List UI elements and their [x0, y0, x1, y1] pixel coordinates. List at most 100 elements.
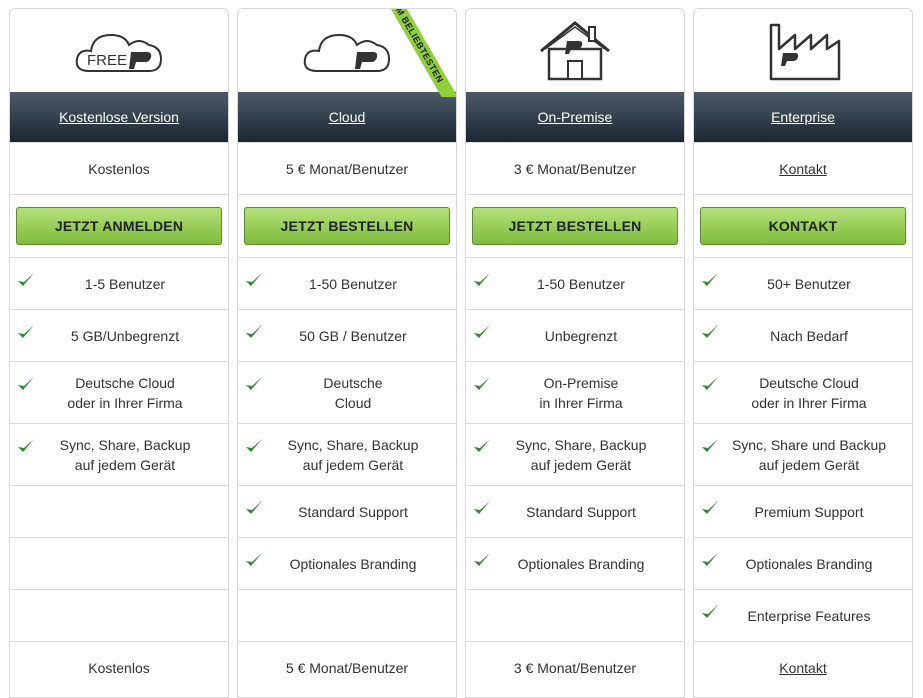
feature-row: 50 GB / Benutzer [238, 309, 456, 361]
plan-header: Kostenlose Version [10, 92, 228, 142]
checkmark-icon [246, 553, 262, 566]
checkmark-icon [18, 325, 34, 338]
footer-price-row: Kostenlos [10, 641, 228, 693]
contact-link[interactable]: Kontakt [779, 159, 826, 179]
checkmark-icon [474, 273, 490, 286]
feature-text: Standard Support [298, 503, 408, 520]
checkmark-icon [702, 377, 718, 390]
plan-logo [466, 9, 684, 92]
house-logo-icon [540, 20, 610, 80]
feature-row: Sync, Share, Backup auf jedem Gerät [466, 423, 684, 485]
checkmark-icon [702, 501, 718, 514]
feature-row: 1-50 Benutzer [466, 257, 684, 309]
feature-row-empty [10, 589, 228, 641]
popular-ribbon: AM BELIEBTESTEN [368, 9, 456, 97]
popular-badge: AM BELIEBTESTEN [376, 9, 456, 97]
feature-text: 50 GB / Benutzer [299, 327, 407, 344]
feature-text: 1-50 Benutzer [537, 275, 625, 292]
checkmark-icon [474, 501, 490, 514]
footer-price-row: 3 € Monat/Benutzer [466, 641, 684, 693]
price-row: Kostenlos [10, 142, 228, 194]
checkmark-icon [246, 325, 262, 338]
feature-row: Optionales Branding [466, 537, 684, 589]
plan-price: 5 € Monat/Benutzer [285, 160, 409, 177]
feature-row: Premium Support [694, 485, 912, 537]
feature-text: 50+ Benutzer [767, 275, 851, 292]
button-row: KONTAKT [694, 194, 912, 257]
feature-row: 5 GB/Unbegrenzt [10, 309, 228, 361]
feature-text: Deutsche Cloud oder in Ihrer Firma [67, 374, 183, 411]
price-row: 5 € Monat/Benutzer [238, 142, 456, 194]
footer-price-row: 5 € Monat/Benutzer [238, 641, 456, 693]
feature-row: Deutsche Cloud [238, 361, 456, 423]
checkmark-icon [246, 439, 262, 452]
plan-column-onpremise: On-Premise 3 € Monat/Benutzer JETZT BEST… [465, 8, 685, 698]
feature-row-empty [466, 589, 684, 641]
checkmark-icon [474, 439, 490, 452]
plan-title-link[interactable]: Kostenlose Version [59, 109, 179, 125]
feature-text: Sync, Share, Backup auf jedem Gerät [59, 436, 191, 473]
plan-header: On-Premise [466, 92, 684, 142]
checkmark-icon [702, 439, 718, 452]
price-row: 3 € Monat/Benutzer [466, 142, 684, 194]
footer-price: Kostenlos [88, 659, 150, 676]
feature-row: 1-50 Benutzer [238, 257, 456, 309]
button-row: JETZT ANMELDEN [10, 194, 228, 257]
cloud-free-logo-icon: FREE [75, 33, 163, 72]
checkmark-icon [18, 439, 34, 452]
plan-logo: FREE [10, 9, 228, 92]
plan-header: Enterprise [694, 92, 912, 142]
feature-text: Optionales Branding [517, 555, 645, 572]
plan-column-cloud: AM BELIEBTESTEN Cloud 5 € Monat/Benutzer… [237, 8, 457, 698]
contact-button[interactable]: KONTAKT [700, 207, 906, 245]
plan-title-link[interactable]: Enterprise [771, 109, 835, 125]
plan-header: Cloud [238, 92, 456, 142]
feature-row: Sync, Share und Backup auf jedem Gerät [694, 423, 912, 485]
button-row: JETZT BESTELLEN [466, 194, 684, 257]
plan-title-link[interactable]: On-Premise [538, 109, 613, 125]
order-button[interactable]: JETZT BESTELLEN [472, 207, 678, 245]
feature-text: 1-5 Benutzer [84, 275, 166, 292]
feature-text: 5 GB/Unbegrenzt [70, 327, 180, 344]
feature-row: Optionales Branding [238, 537, 456, 589]
feature-row: Deutsche Cloud oder in Ihrer Firma [10, 361, 228, 423]
checkmark-icon [702, 325, 718, 338]
feature-row: On-Premise in Ihrer Firma [466, 361, 684, 423]
footer-price: 5 € Monat/Benutzer [285, 659, 409, 676]
checkmark-icon [246, 501, 262, 514]
factory-logo-icon [769, 23, 841, 80]
checkmark-icon [246, 273, 262, 286]
checkmark-icon [18, 273, 34, 286]
checkmark-icon [246, 377, 262, 390]
feature-text: Optionales Branding [289, 555, 417, 572]
footer-contact-link[interactable]: Kontakt [779, 658, 826, 678]
footer-price: 3 € Monat/Benutzer [513, 659, 637, 676]
feature-text: Nach Bedarf [770, 327, 848, 344]
price-row: Kontakt [694, 142, 912, 194]
order-button[interactable]: JETZT BESTELLEN [244, 207, 450, 245]
feature-text: Standard Support [526, 503, 636, 520]
plan-title-link[interactable]: Cloud [329, 109, 366, 125]
feature-row-empty [10, 485, 228, 537]
plan-column-free: FREE Kostenlose Version Kostenlos JETZT … [9, 8, 229, 698]
feature-text: Deutsche Cloud [323, 374, 383, 411]
feature-row: 50+ Benutzer [694, 257, 912, 309]
checkmark-icon [474, 377, 490, 390]
feature-row: Unbegrenzt [466, 309, 684, 361]
feature-row-empty [10, 537, 228, 589]
button-row: JETZT BESTELLEN [238, 194, 456, 257]
checkmark-icon [702, 273, 718, 286]
checkmark-icon [702, 605, 718, 618]
plan-price: 3 € Monat/Benutzer [513, 160, 637, 177]
checkmark-icon [474, 553, 490, 566]
feature-text: 1-50 Benutzer [309, 275, 397, 292]
checkmark-icon [474, 325, 490, 338]
signup-button[interactable]: JETZT ANMELDEN [16, 207, 222, 245]
checkmark-icon [18, 377, 34, 390]
feature-text: Sync, Share, Backup auf jedem Gerät [287, 436, 419, 473]
feature-row: Standard Support [466, 485, 684, 537]
feature-row: Sync, Share, Backup auf jedem Gerät [238, 423, 456, 485]
footer-price-row: Kontakt [694, 641, 912, 693]
feature-row: Nach Bedarf [694, 309, 912, 361]
feature-row: Enterprise Features [694, 589, 912, 641]
